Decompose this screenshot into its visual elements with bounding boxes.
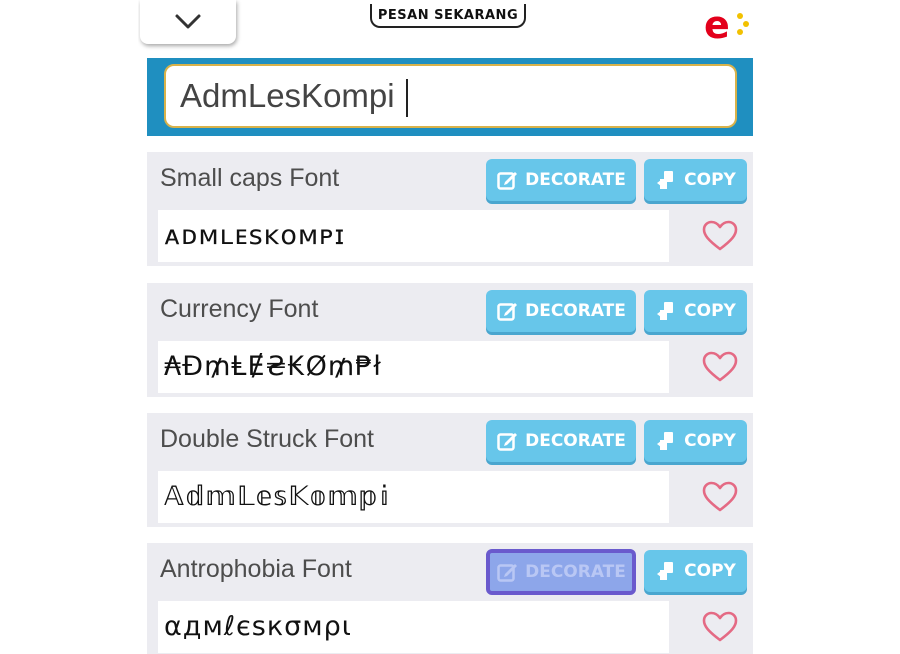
font-output-text[interactable]: ᴀᴅᴍʟᴇsᴋᴏᴍᴘɪ [164,210,345,262]
copy-hand-icon [657,302,674,320]
font-output-box[interactable]: ₳Đ₥ⱠɆ₴₭Ø₥₱ł [158,341,669,393]
copy-button-label: COPY [684,170,736,190]
edit-icon [497,564,518,582]
heart-icon [702,481,738,512]
copy-button-label: COPY [684,561,736,581]
font-name-label: Currency Font [160,295,319,323]
collapse-ad-button[interactable] [140,0,236,44]
copy-hand-icon [657,432,674,450]
font-output-text[interactable]: 𝔸𝕕𝕞𝕃𝕖𝕤𝕂𝕠𝕞𝕡𝕚 [164,471,390,523]
decorate-button-label: DECORATE [525,431,626,451]
copy-hand-icon [657,171,674,189]
heart-icon [702,351,738,382]
favorite-button[interactable] [700,607,740,647]
edit-icon [497,433,518,451]
decorate-button[interactable]: DECORATE [486,549,636,595]
decorate-button-label: DECORATE [525,562,626,582]
heart-icon [702,220,738,251]
copy-button-label: COPY [684,301,736,321]
favorite-button[interactable] [700,347,740,387]
font-name-label: Antrophobia Font [160,555,352,583]
font-card: Antrophobia Font DECORATE COPY αдмℓєѕкσм… [147,543,753,654]
copy-button-label: COPY [684,431,736,451]
font-output-text[interactable]: αдмℓєѕкσмρι [164,601,352,653]
decorate-button-label: DECORATE [525,170,626,190]
font-output-box[interactable]: ᴀᴅᴍʟᴇsᴋᴏᴍᴘɪ [158,210,669,262]
font-card: Currency Font DECORATE COPY ₳Đ₥ⱠɆ₴₭Ø₥₱ł [147,283,753,397]
favorite-button[interactable] [700,216,740,256]
decorate-button[interactable]: DECORATE [486,159,636,201]
font-card: Small caps Font DECORATE COPY ᴀᴅᴍʟᴇsᴋᴏᴍᴘ… [147,152,753,266]
copy-hand-icon [657,562,674,580]
text-caret [406,79,408,117]
font-output-text[interactable]: ₳Đ₥ⱠɆ₴₭Ø₥₱ł [164,341,382,393]
text-input-panel [147,58,753,136]
ad-banner: PESAN SEKARANG e [138,0,762,52]
text-input[interactable] [180,74,720,118]
copy-button[interactable]: COPY [644,550,747,592]
font-name-label: Double Struck Font [160,425,374,453]
decorate-button-label: DECORATE [525,301,626,321]
font-output-box[interactable]: αдмℓєѕкσмρι [158,601,669,653]
brand-e-logo-icon[interactable]: e [700,2,756,46]
svg-text:e: e [704,3,730,46]
copy-button[interactable]: COPY [644,159,747,201]
font-card: Double Struck Font DECORATE COPY 𝔸𝕕𝕞𝕃𝕖𝕤𝕂… [147,413,753,527]
heart-icon [702,611,738,642]
font-name-label: Small caps Font [160,164,340,192]
decorate-button[interactable]: DECORATE [486,290,636,332]
decorate-button[interactable]: DECORATE [486,420,636,462]
font-generator-app: PESAN SEKARANG e Small caps Font DECORAT… [138,0,762,654]
copy-button[interactable]: COPY [644,420,747,462]
copy-button[interactable]: COPY [644,290,747,332]
ad-order-button[interactable]: PESAN SEKARANG [370,4,526,28]
edit-icon [497,172,518,190]
text-input-wrapper[interactable] [164,64,737,128]
chevron-down-icon [175,14,201,29]
edit-icon [497,303,518,321]
favorite-button[interactable] [700,477,740,517]
font-output-box[interactable]: 𝔸𝕕𝕞𝕃𝕖𝕤𝕂𝕠𝕞𝕡𝕚 [158,471,669,523]
